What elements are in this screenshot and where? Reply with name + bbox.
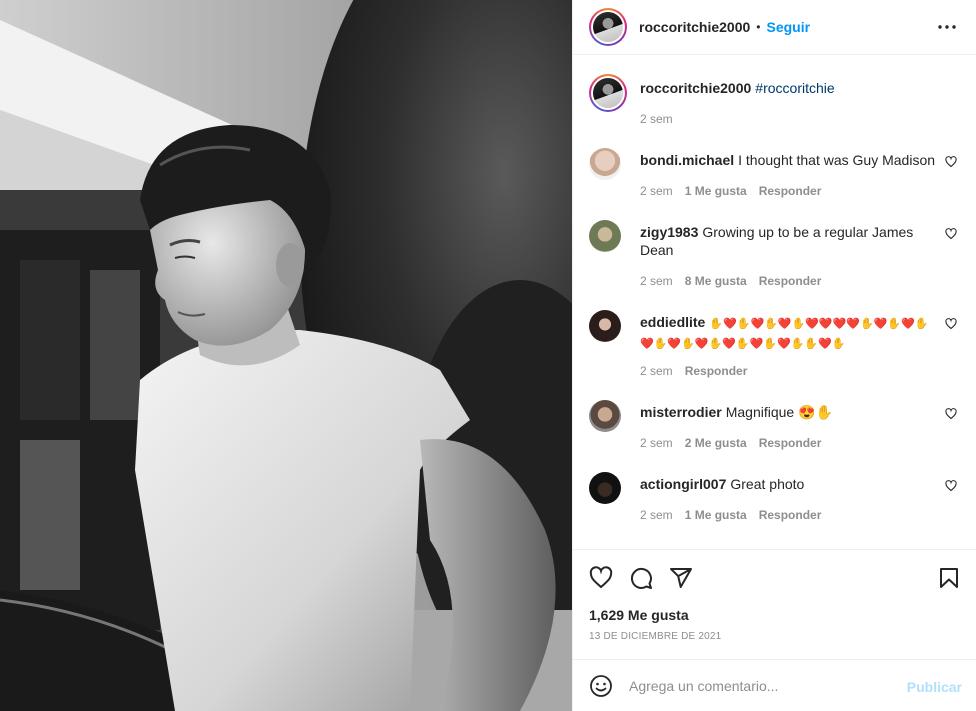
heart-icon[interactable] [589,566,613,590]
comment-username[interactable]: bondi.michael [640,152,734,168]
comment-avatar[interactable] [589,400,621,432]
comment-time[interactable]: 2 sem [640,508,673,522]
comment-content: Great photo [730,476,805,492]
comment-meta: 2 sem 1 Me gusta Responder [640,184,833,198]
caption-avatar-image [593,78,623,108]
caption: roccoritchie2000 #roccoritchie 2 sem [589,74,969,154]
author-avatar-image [593,12,623,42]
comment-heart-icon[interactable] [945,408,957,420]
post-date: 13 DE DICIEMBRE DE 2021 [589,631,722,642]
comment-content: I thought that was Guy Madison [738,152,936,168]
comment-time[interactable]: 2 sem [640,274,673,288]
comment-heart-icon[interactable] [945,480,957,492]
comment-username[interactable]: actiongirl007 [640,476,726,492]
comment-item: zigy1983 Growing up to be a regular James… [589,220,969,292]
comment-time[interactable]: 2 sem [640,364,673,378]
follow-button[interactable]: Seguir [767,19,811,35]
comment-time[interactable]: 2 sem [640,184,673,198]
comment-icon[interactable] [629,566,653,590]
caption-meta: 2 sem [640,112,685,126]
comment-likes[interactable]: 1 Me gusta [685,508,747,522]
caption-text-line: roccoritchie2000 #roccoritchie [640,79,940,97]
bookmark-icon[interactable] [937,566,961,590]
comment-avatar[interactable] [589,310,621,342]
author-username[interactable]: roccoritchie2000 [639,19,750,35]
post-side-panel: roccoritchie2000 • Seguir roccoritchie20… [572,0,976,711]
comment-username[interactable]: eddiedlite [640,314,705,330]
comment-item: actiongirl007 Great photo 2 sem 1 Me gusta… [589,472,969,532]
comment-text: eddiedlite ✋❤️✋❤️✋❤️✋❤️❤️❤️❤️✋❤️✋❤️✋❤️✋❤️… [640,313,930,353]
likes-count[interactable]: 1,629 Me gusta [589,607,689,623]
separator-dot: • [756,20,761,34]
comment-heart-icon[interactable] [945,156,957,168]
comment-meta: 2 sem 2 Me gusta Responder [640,436,833,450]
emoji-icon[interactable] [589,674,613,698]
post-header: roccoritchie2000 • Seguir [573,0,976,55]
post-photo-image [0,0,572,711]
comment-heart-icon[interactable] [945,228,957,240]
comment-composer: Publicar [573,659,976,711]
comment-item: eddiedlite ✋❤️✋❤️✋❤️✋❤️❤️❤️❤️✋❤️✋❤️✋❤️✋❤️… [589,310,969,382]
comment-meta: 2 sem 1 Me gusta Responder [640,508,833,522]
comment-meta: 2 sem Responder [640,364,759,378]
comment-heart-icon[interactable] [945,318,957,330]
comment-input[interactable] [629,674,899,698]
author-avatar[interactable] [589,8,627,46]
comment-username[interactable]: zigy1983 [640,224,698,240]
comment-avatar[interactable] [589,220,621,252]
instagram-post-modal: roccoritchie2000 • Seguir roccoritchie20… [0,0,976,711]
post-actions: 1,629 Me gusta 13 DE DICIEMBRE DE 2021 [573,549,976,659]
comment-username[interactable]: misterrodier [640,404,722,420]
more-options-icon[interactable] [935,15,959,39]
reply-button[interactable]: Responder [759,436,822,450]
comment-meta: 2 sem 8 Me gusta Responder [640,274,833,288]
share-icon[interactable] [669,566,693,590]
post-photo[interactable] [0,0,572,711]
comment-text: zigy1983 Growing up to be a regular James… [640,223,920,259]
comment-content: Magnifique 😍✋ [725,404,833,420]
comment-likes[interactable]: 1 Me gusta [685,184,747,198]
comment-time[interactable]: 2 sem [640,436,673,450]
reply-button[interactable]: Responder [759,508,822,522]
comment-avatar[interactable] [589,148,621,180]
comment-text: misterrodier Magnifique 😍✋ [640,403,940,421]
publish-button[interactable]: Publicar [907,679,962,695]
caption-username[interactable]: roccoritchie2000 [640,80,751,96]
comment-item: bondi.michael I thought that was Guy Madi… [589,148,969,208]
caption-avatar[interactable] [589,74,627,112]
comment-item: misterrodier Magnifique 😍✋ 2 sem 2 Me gust… [589,400,969,460]
reply-button[interactable]: Responder [685,364,748,378]
caption-time[interactable]: 2 sem [640,112,673,126]
comments-list[interactable]: roccoritchie2000 #roccoritchie 2 sem bond… [573,56,976,549]
reply-button[interactable]: Responder [759,274,822,288]
comment-likes[interactable]: 2 Me gusta [685,436,747,450]
caption-hashtag[interactable]: #roccoritchie [755,80,834,96]
comment-avatar[interactable] [589,472,621,504]
comment-text: actiongirl007 Great photo [640,475,940,493]
comment-text: bondi.michael I thought that was Guy Madi… [640,151,940,169]
comment-likes[interactable]: 8 Me gusta [685,274,747,288]
reply-button[interactable]: Responder [759,184,822,198]
